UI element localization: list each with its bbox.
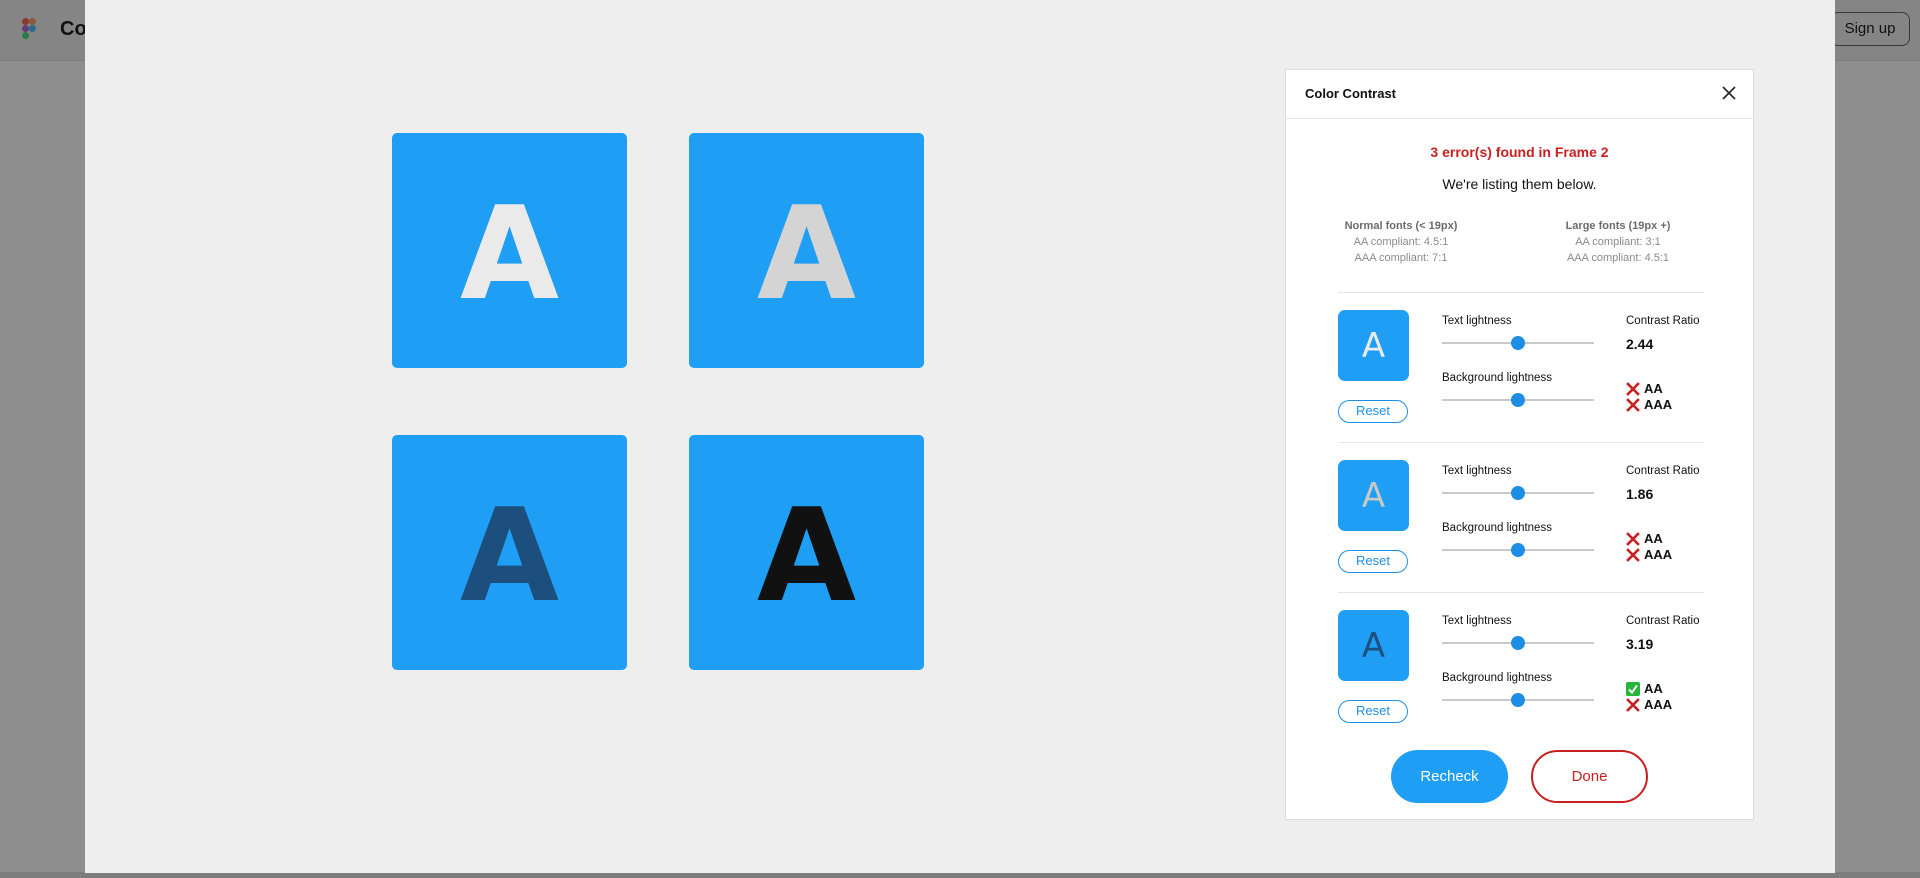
text-lightness-label: Text lightness [1442, 465, 1512, 477]
aa-status: AA [1626, 681, 1663, 696]
contrast-error-item: A Reset Text lightness Background lightn… [1286, 310, 1753, 460]
slider-thumb[interactable] [1511, 336, 1525, 350]
pass-check-icon [1626, 681, 1640, 696]
error-summary: 3 error(s) found in Frame 2 [1430, 144, 1609, 160]
fail-x-icon [1626, 697, 1640, 712]
tile-letter: A [756, 481, 857, 631]
aaa-label: AAA [1644, 397, 1673, 412]
legend-aaa: AAA compliant: 4.5:1 [1566, 252, 1670, 264]
legend-large-fonts: Large fonts (19px +) AA compliant: 3:1 A… [1548, 218, 1688, 266]
legend-aa: AA compliant: 3:1 [1575, 236, 1661, 248]
signup-button[interactable]: Sign up [1830, 12, 1910, 46]
tile-letter: A [756, 179, 857, 329]
contrast-ratio-label: Contrast Ratio [1626, 615, 1700, 627]
tile-letter: A [459, 179, 560, 329]
swatch-letter: A [1361, 625, 1386, 666]
frame-tile-1[interactable]: A [392, 133, 627, 368]
done-button[interactable]: Done [1531, 750, 1648, 803]
aa-label: AA [1644, 531, 1663, 546]
fail-x-icon [1626, 547, 1640, 562]
aaa-status: AAA [1626, 697, 1672, 712]
background-lightness-label: Background lightness [1442, 372, 1552, 384]
close-icon[interactable] [1720, 84, 1738, 102]
aaa-status: AAA [1626, 397, 1672, 412]
preview-swatch: A [1338, 310, 1409, 381]
aa-status: AA [1626, 381, 1663, 396]
background-lightness-slider[interactable] [1442, 693, 1594, 707]
swatch-letter: A [1361, 475, 1386, 516]
frame-tile-4[interactable]: A [689, 435, 924, 670]
text-lightness-slider[interactable] [1442, 636, 1594, 650]
frame-tile-2[interactable]: A [689, 133, 924, 368]
divider [1338, 292, 1704, 293]
background-lightness-slider[interactable] [1442, 543, 1594, 557]
contrast-ratio-value: 1.86 [1626, 486, 1654, 502]
swatch-letter: A [1361, 325, 1386, 366]
reset-button[interactable]: Reset [1338, 550, 1408, 573]
dialog-title: Color Contrast [1305, 86, 1396, 101]
text-lightness-label: Text lightness [1442, 615, 1512, 627]
reset-button[interactable]: Reset [1338, 400, 1408, 423]
contrast-ratio-label: Contrast Ratio [1626, 465, 1700, 477]
contrast-ratio-value: 2.44 [1626, 336, 1654, 352]
aaa-status: AAA [1626, 547, 1672, 562]
slider-thumb[interactable] [1511, 393, 1525, 407]
contrast-ratio-value: 3.19 [1626, 636, 1654, 652]
legend-normal-fonts: Normal fonts (< 19px) AA compliant: 4.5:… [1331, 218, 1471, 266]
recheck-button[interactable]: Recheck [1391, 750, 1508, 803]
aaa-label: AAA [1644, 697, 1673, 712]
preview-swatch: A [1338, 460, 1409, 531]
aa-label: AA [1644, 381, 1663, 396]
preview-swatch: A [1338, 610, 1409, 681]
legend-aa: AA compliant: 4.5:1 [1353, 236, 1449, 248]
background-lightness-label: Background lightness [1442, 522, 1552, 534]
contrast-ratio-label: Contrast Ratio [1626, 315, 1700, 327]
frame-tile-3[interactable]: A [392, 435, 627, 670]
aaa-label: AAA [1644, 547, 1673, 562]
background-lightness-label: Background lightness [1442, 672, 1552, 684]
contrast-error-item: A Reset Text lightness Background lightn… [1286, 460, 1753, 610]
divider [1338, 592, 1704, 593]
slider-thumb[interactable] [1511, 636, 1525, 650]
legend-heading: Large fonts (19px +) [1565, 220, 1671, 232]
fail-x-icon [1626, 531, 1640, 546]
tile-letter: A [459, 481, 560, 631]
dialog-header: Color Contrast [1286, 70, 1753, 119]
aa-label: AA [1644, 681, 1663, 696]
legend-heading: Normal fonts (< 19px) [1344, 220, 1458, 232]
text-lightness-slider[interactable] [1442, 486, 1594, 500]
dialog-subtitle: We're listing them below. [1442, 176, 1597, 192]
fail-x-icon [1626, 381, 1640, 396]
background-app-title: Co [60, 18, 87, 40]
contrast-error-item: A Reset Text lightness Background lightn… [1286, 610, 1753, 760]
slider-thumb[interactable] [1511, 486, 1525, 500]
aa-status: AA [1626, 531, 1663, 546]
divider [1338, 442, 1704, 443]
slider-thumb[interactable] [1511, 693, 1525, 707]
color-contrast-dialog: Color Contrast 3 error(s) found in Frame… [1285, 69, 1754, 820]
text-lightness-label: Text lightness [1442, 315, 1512, 327]
figma-logo-icon [22, 18, 36, 40]
reset-button[interactable]: Reset [1338, 700, 1408, 723]
fail-x-icon [1626, 397, 1640, 412]
text-lightness-slider[interactable] [1442, 336, 1594, 350]
background-lightness-slider[interactable] [1442, 393, 1594, 407]
legend-aaa: AAA compliant: 7:1 [1354, 252, 1448, 264]
slider-thumb[interactable] [1511, 543, 1525, 557]
